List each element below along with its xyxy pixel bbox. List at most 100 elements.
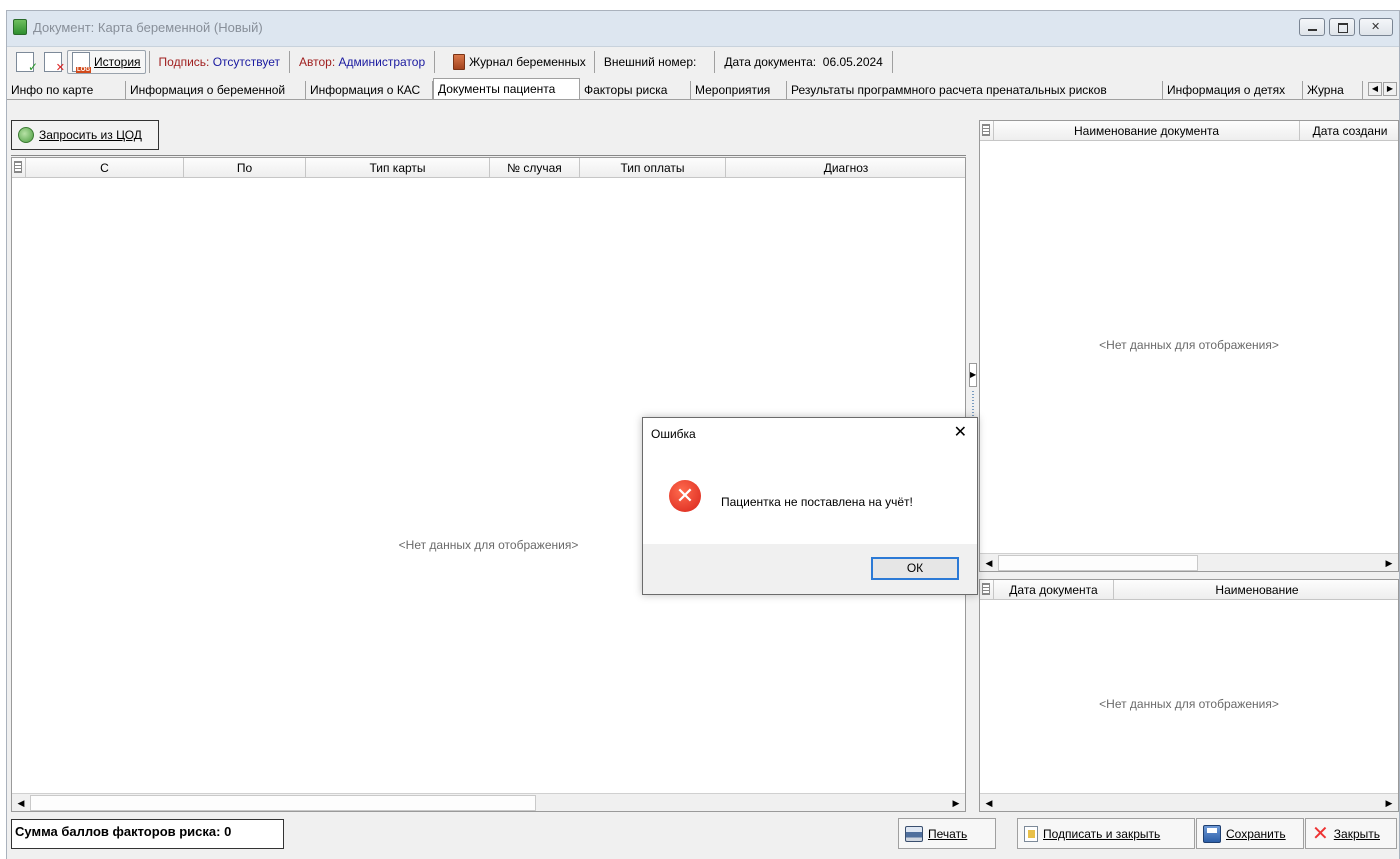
tab-risk-factors[interactable]: Факторы риска [580,81,691,99]
title-bar: Документ: Карта беременной (Новый) [7,11,1399,47]
close-button[interactable]: ✕ Закрыть [1305,818,1397,849]
attached-documents-horizontal-scrollbar[interactable]: ◀ ▶ [980,793,1398,811]
tab-scroll-left-button[interactable]: ◀ [1368,82,1382,96]
toolbar-separator [434,51,436,73]
column-header-payment-type[interactable]: Тип оплаты [580,158,726,178]
tab-activities[interactable]: Мероприятия [691,81,787,99]
tab-journal[interactable]: Журна [1303,81,1363,99]
signature-value: Отсутствует [212,55,281,69]
tab-scroll-right-button[interactable]: ▶ [1383,82,1397,96]
tab-card-info[interactable]: Инфо по карте [7,81,126,99]
documents-horizontal-scrollbar[interactable]: ◀ ▶ [980,553,1398,571]
cases-grid-header: С По Тип карты № случая Тип оплаты Диагн… [12,158,965,178]
collapse-arrow-icon[interactable]: ▶ [969,363,977,387]
list-icon [14,161,22,173]
dialog-message: Пациентка не поставлена на учёт! [721,495,913,509]
scroll-thumb[interactable] [30,795,536,811]
dialog-title: Ошибка [651,427,696,441]
window-title: Документ: Карта беременной (Новый) [33,20,263,35]
scroll-right-arrow-icon[interactable]: ▶ [1382,796,1396,810]
documents-empty-text: <Нет данных для отображения> [1099,338,1279,352]
footer-bar: Сумма баллов факторов риска: 0 Печать По… [7,813,1399,859]
error-dialog: Ошибка ✕ ✕ Пациентка не поставлена на уч… [642,417,978,595]
toolbar-separator [593,51,595,73]
pregnancy-journal-label: Журнал беременных [469,55,586,69]
sign-document-icon [1024,825,1038,842]
column-header-creation-date[interactable]: Дата создани [1300,121,1400,141]
column-header-document-date[interactable]: Дата документа [994,580,1114,600]
column-header-card-type[interactable]: Тип карты [306,158,490,178]
signature-label: Подпись: [158,55,210,69]
external-number[interactable]: Внешний номер: [598,50,703,74]
scroll-left-arrow-icon[interactable]: ◀ [14,796,28,810]
column-header-diagnosis[interactable]: Диагноз [726,158,966,178]
print-label: Печать [928,826,968,841]
save-label: Сохранить [1226,826,1286,841]
list-icon [982,124,990,136]
ok-button[interactable]: ОК [871,557,959,580]
print-button[interactable]: Печать [898,818,996,849]
signature-status: Подпись: Отсутствует [153,50,286,74]
close-icon: ✕ [1312,822,1329,845]
tab-pregnant-info[interactable]: Информация о беременной [126,81,306,99]
toolbar-separator [148,51,150,73]
error-icon: ✕ [669,480,701,512]
tab-scroll-arrows: ◀ ▶ [1368,82,1397,96]
external-number-label: Внешний номер: [603,55,697,69]
risk-score-summary: Сумма баллов факторов риска: 0 [11,819,284,849]
toolbar: История Подпись: Отсутствует Автор: Адми… [7,48,1399,76]
documents-grid-header: Наименование документа Дата создани [980,121,1398,141]
tab-prenatal-risk-results[interactable]: Результаты программного расчета пренатал… [787,81,1163,99]
book-icon [453,54,466,70]
column-header-name[interactable]: Наименование [1114,580,1400,600]
log-icon [72,52,91,73]
document-delete-icon [44,52,65,74]
sign-and-close-button[interactable]: Подписать и закрыть [1017,818,1195,849]
author-info: Автор: Администратор [293,50,431,74]
minimize-button[interactable] [1299,18,1325,36]
window-controls [1299,18,1393,36]
column-header-to[interactable]: По [184,158,306,178]
attached-documents-grid: Дата документа Наименование <Нет данных … [979,579,1399,812]
toolbar-separator [891,51,893,73]
save-icon [1203,824,1221,843]
sign-document-button[interactable] [11,50,39,74]
history-label: История [94,55,141,69]
column-menu-button[interactable] [12,158,26,178]
list-icon [982,583,990,595]
document-date-value: 06.05.2024 [822,55,883,69]
column-header-from[interactable]: С [26,158,184,178]
pane-divider [11,155,966,156]
history-button[interactable]: История [67,50,146,74]
unsign-document-button[interactable] [39,50,67,74]
column-header-document-name[interactable]: Наименование документа [994,121,1300,141]
document-check-icon [16,52,38,74]
attached-documents-grid-header: Дата документа Наименование [980,580,1398,600]
column-header-case-number[interactable]: № случая [490,158,580,178]
request-from-cod-button[interactable]: Запросить из ЦОД [11,120,159,150]
scroll-right-arrow-icon[interactable]: ▶ [1382,556,1396,570]
scroll-left-arrow-icon[interactable]: ◀ [982,796,996,810]
close-window-button[interactable] [1359,18,1393,36]
dialog-close-icon[interactable]: ✕ [954,422,967,442]
save-button[interactable]: Сохранить [1196,818,1304,849]
cases-horizontal-scrollbar[interactable]: ◀ ▶ [12,793,965,811]
maximize-button[interactable] [1329,18,1355,36]
column-menu-button[interactable] [980,580,994,600]
pregnancy-journal-button[interactable]: Журнал беременных [448,50,591,74]
scroll-thumb[interactable] [998,555,1198,571]
tab-kas-info[interactable]: Информация о КАС [306,81,433,99]
scroll-right-arrow-icon[interactable]: ▶ [949,796,963,810]
attached-documents-empty-text: <Нет данных для отображения> [1099,697,1279,711]
toolbar-separator [714,51,716,73]
document-date: Дата документа: 06.05.2024 [718,50,889,74]
sign-and-close-label: Подписать и закрыть [1043,826,1161,841]
close-label: Закрыть [1333,826,1380,841]
scroll-left-arrow-icon[interactable]: ◀ [982,556,996,570]
tab-children-info[interactable]: Информация о детях [1163,81,1303,99]
tab-patient-documents[interactable]: Документы пациента [433,78,580,99]
app-icon [13,19,27,35]
column-menu-button[interactable] [980,121,994,141]
refresh-icon [18,127,34,143]
author-value: Администратор [338,55,426,69]
